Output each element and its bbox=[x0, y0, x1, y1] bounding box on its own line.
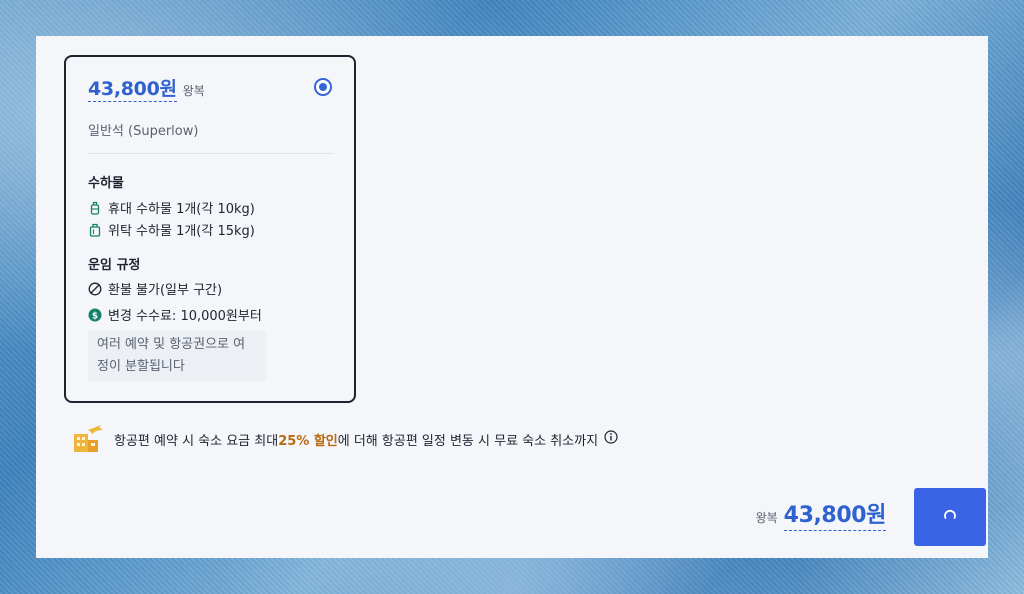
promo-text-before: 항공편 예약 시 숙소 요금 최대 bbox=[114, 433, 279, 449]
no-refund-icon bbox=[88, 282, 102, 296]
bottom-background-strip bbox=[0, 558, 1024, 594]
baggage-item-checked: 위탁 수하물 1개(각 15kg) bbox=[88, 220, 255, 239]
checked-bag-icon bbox=[88, 223, 102, 237]
total-trip-type: 왕복 bbox=[755, 511, 778, 525]
svg-text:$: $ bbox=[92, 311, 98, 321]
fare-rule-label: 변경 수수료: 10,000원부터 bbox=[108, 309, 262, 324]
hotel-promo-banner: 항공편 예약 시 숙소 요금 최대 25% 할인 에 더해 항공편 일정 변동 시… bbox=[70, 422, 618, 456]
carry-on-bag-icon bbox=[88, 201, 102, 215]
continue-button[interactable] bbox=[914, 488, 986, 546]
fare-price: 43,800원 bbox=[88, 78, 177, 102]
fare-option-card[interactable]: 43,800원 왕복 일반석 (Superlow) 수하물 휴대 수하물 1개(… bbox=[64, 55, 356, 403]
card-divider bbox=[88, 153, 334, 154]
dollar-icon: $ bbox=[88, 308, 102, 322]
baggage-item-label: 휴대 수하물 1개(각 10kg) bbox=[108, 202, 255, 217]
loading-spinner-icon bbox=[942, 508, 958, 527]
baggage-section-title: 수하물 bbox=[88, 176, 124, 191]
fare-trip-type: 왕복 bbox=[182, 84, 205, 98]
total-price-row: 왕복 43,800원 bbox=[756, 502, 886, 531]
fare-rules-section-title: 운임 규정 bbox=[88, 258, 141, 273]
total-price: 43,800원 bbox=[783, 502, 886, 531]
fare-select-radio[interactable] bbox=[314, 78, 332, 96]
fare-rule-change-fee: $ 변경 수수료: 10,000원부터 bbox=[88, 305, 262, 324]
baggage-item-label: 위탁 수하물 1개(각 15kg) bbox=[108, 224, 255, 239]
fare-selection-panel: 43,800원 왕복 일반석 (Superlow) 수하물 휴대 수하물 1개(… bbox=[36, 36, 988, 558]
fare-price-row: 43,800원 왕복 bbox=[88, 77, 205, 102]
fare-rule-label: 환불 불가(일부 구간) bbox=[108, 283, 223, 298]
baggage-item-carry-on: 휴대 수하물 1개(각 10kg) bbox=[88, 198, 255, 217]
promo-highlight: 25% 할인 bbox=[278, 433, 338, 449]
info-icon[interactable] bbox=[604, 430, 618, 448]
itinerary-split-note: 여러 예약 및 항공권으로 여정이 분할됩니다 bbox=[88, 331, 266, 381]
fare-rule-refund: 환불 불가(일부 구간) bbox=[88, 279, 222, 298]
hotel-airplane-icon bbox=[70, 422, 104, 456]
promo-text-after: 에 더해 항공편 일정 변동 시 무료 숙소 취소까지 bbox=[337, 433, 599, 449]
cabin-class: 일반석 (Superlow) bbox=[88, 124, 199, 139]
